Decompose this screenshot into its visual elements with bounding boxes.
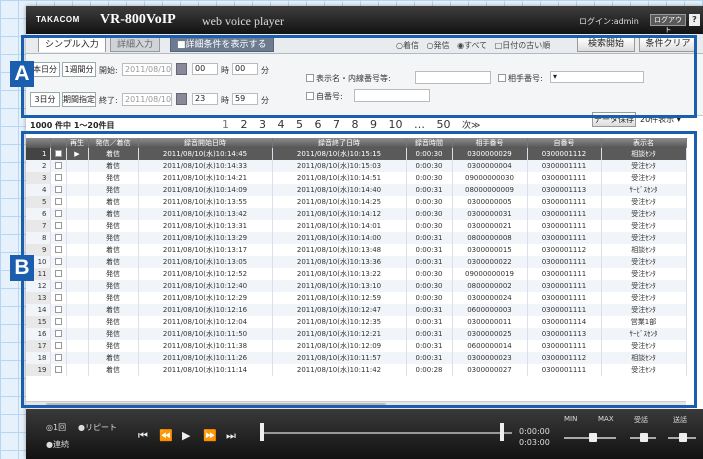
volume-knob[interactable]: [588, 433, 597, 442]
next-page-link[interactable]: 次≫: [462, 118, 480, 131]
skip-forward-icon[interactable]: ⏭: [226, 429, 236, 443]
receive-label: 受話: [634, 416, 648, 424]
pagination: 1 2 3 4 5 6 7 8 9 10 … 50 次≫: [222, 118, 488, 131]
title-bar: TAKACOM VR-800VoIP web voice player ログイン…: [26, 6, 703, 34]
brand-logo: TAKACOM: [36, 15, 80, 24]
fast-forward-icon[interactable]: ⏩: [203, 429, 217, 442]
playback-position-handle[interactable]: [260, 423, 264, 441]
page-link[interactable]: 10: [389, 118, 403, 131]
volume-max-label: MAX: [598, 415, 614, 423]
volume-min-label: MIN: [564, 415, 578, 423]
callout-badge-b: B: [10, 255, 34, 281]
mode-continuous-radio[interactable]: ●連続: [46, 439, 69, 450]
page-link[interactable]: 2: [241, 118, 248, 131]
elapsed-time: 0:00:00: [519, 427, 550, 436]
send-knob[interactable]: [679, 433, 688, 442]
skip-back-icon[interactable]: ⏮: [138, 429, 148, 443]
total-time: 0:03:00: [519, 438, 550, 447]
play-icon[interactable]: ▶: [182, 429, 190, 442]
result-count: 1000 件中 1〜20件目: [30, 121, 115, 130]
page-link[interactable]: 5: [296, 118, 303, 131]
callout-badge-a: A: [10, 61, 34, 87]
mode-once-radio[interactable]: ◎1回: [46, 422, 66, 433]
callout-frame-a: [21, 35, 697, 118]
callout-frame-b: [21, 131, 697, 408]
login-status: ログイン:admin: [579, 17, 639, 26]
rewind-icon[interactable]: ⏪: [159, 429, 173, 442]
page-link[interactable]: 3: [259, 118, 266, 131]
page-link[interactable]: 50: [437, 118, 451, 131]
page-link[interactable]: 8: [352, 118, 359, 131]
page-link[interactable]: 6: [315, 118, 322, 131]
page-ellipsis: …: [414, 118, 425, 131]
logout-button[interactable]: ログアウト: [650, 14, 686, 34]
page-link[interactable]: 9: [370, 118, 377, 131]
help-button[interactable]: ?: [689, 14, 700, 26]
page-link[interactable]: 1: [222, 118, 229, 131]
mode-repeat-radio[interactable]: ●リピート: [78, 422, 117, 433]
page-link[interactable]: 4: [278, 118, 285, 131]
page-link[interactable]: 7: [333, 118, 340, 131]
send-label: 送話: [673, 416, 687, 424]
app-subtitle: web voice player: [202, 14, 284, 28]
app-title: VR-800VoIP: [100, 12, 176, 27]
playback-end-marker: [500, 423, 504, 441]
receive-knob[interactable]: [640, 433, 649, 442]
audio-player: ◎1回 ●リピート ●連続 ⏮ ⏪ ▶ ⏩ ⏭ 0:00:00 0:03:00 …: [26, 409, 703, 459]
playback-track[interactable]: [262, 432, 512, 434]
